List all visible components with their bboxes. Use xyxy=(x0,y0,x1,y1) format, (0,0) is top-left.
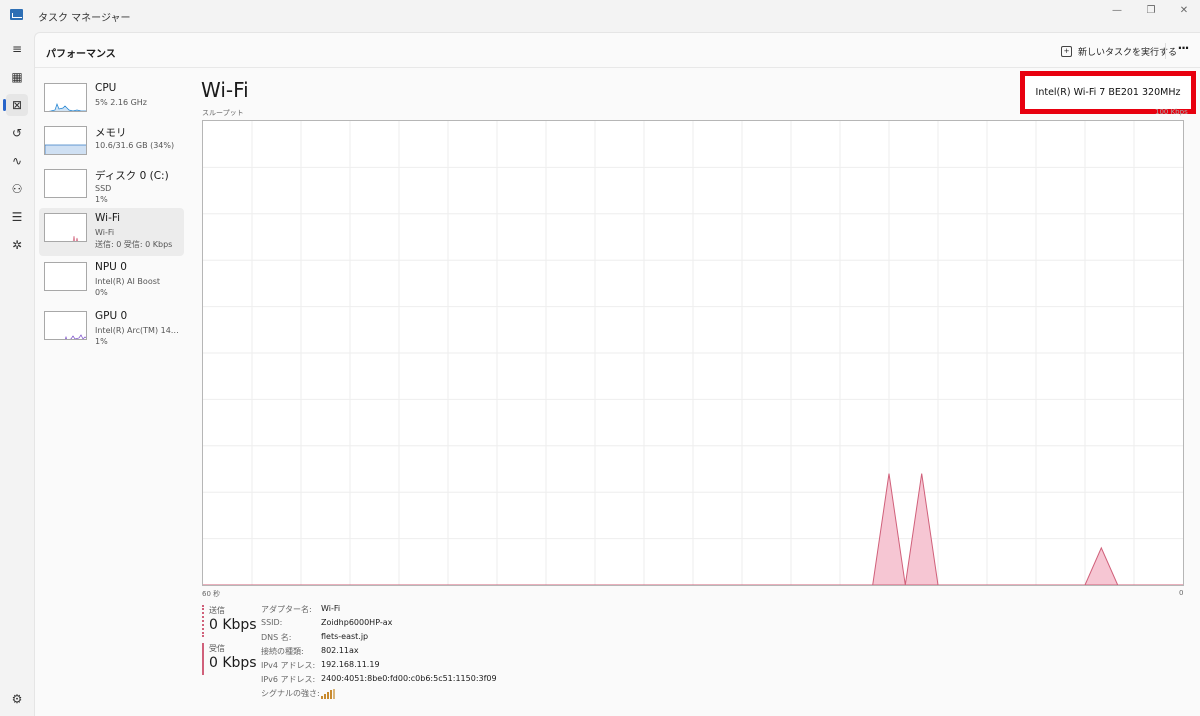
task-manager-icon xyxy=(10,9,23,20)
device-detail: Wi-Fi xyxy=(95,228,115,237)
minimize-button[interactable]: — xyxy=(1106,4,1128,18)
property-key: IPv6 アドレス: xyxy=(261,675,316,684)
cpu-thumbnail-graph xyxy=(44,83,87,112)
property-value: 802.11ax xyxy=(321,646,359,655)
device-throughput: 送信: 0 受信: 0 Kbps xyxy=(95,240,173,249)
window-title: タスク マネージャー xyxy=(38,13,131,24)
receive-stat: 受信 0 Kbps xyxy=(202,643,262,675)
npu-thumbnail-graph xyxy=(44,262,87,291)
navigation-rail: ≡ ▦ ⊠ ↺ ∿ ⚇ ☰ ✲ ⚙ xyxy=(0,32,34,716)
graph-max-label: 100 Kbps xyxy=(1155,108,1188,116)
page-header: パフォーマンス + 新しいタスクを実行する ··· xyxy=(35,33,1200,68)
property-value: 2400:4051:8be0:fd00:c0b6:5c51:1150:3f09 xyxy=(321,674,497,683)
more-options-button[interactable]: ··· xyxy=(1173,41,1193,59)
device-gpu[interactable]: GPU 0 Intel(R) Arc(TM) 140V ... 1% xyxy=(39,306,184,354)
device-type: SSD xyxy=(95,184,112,193)
property-key: SSID: xyxy=(261,618,283,627)
title-bar: タスク マネージャー — ❐ ✕ xyxy=(0,0,1200,32)
device-name: ディスク 0 (C:) xyxy=(95,170,169,182)
device-name: GPU 0 xyxy=(95,310,128,322)
property-value: Zoidhp6000HP-ax xyxy=(321,618,393,627)
property-key: IPv4 アドレス: xyxy=(261,661,316,670)
graph-time-label: 60 秒 xyxy=(202,590,221,598)
device-cpu[interactable]: CPU 5% 2.16 GHz xyxy=(39,78,184,126)
device-wifi[interactable]: Wi-Fi Wi-Fi 送信: 0 受信: 0 Kbps xyxy=(39,208,184,256)
device-usage: 1% xyxy=(95,337,108,346)
new-task-icon: + xyxy=(1061,45,1072,57)
run-new-task-label: 新しいタスクを実行する xyxy=(1078,47,1178,58)
property-value: Wi-Fi xyxy=(321,604,341,613)
processes-icon[interactable]: ▦ xyxy=(6,66,28,88)
device-disk[interactable]: ディスク 0 (C:) SSD 1% xyxy=(39,164,184,212)
property-value: 192.168.11.19 xyxy=(321,660,380,669)
details-icon[interactable]: ☰ xyxy=(6,206,28,228)
device-name: CPU xyxy=(95,82,117,94)
device-name: メモリ xyxy=(95,127,127,139)
device-usage: 1% xyxy=(95,195,108,204)
device-detail: Intel(R) AI Boost xyxy=(95,277,161,286)
send-stat: 送信 0 Kbps xyxy=(202,605,262,637)
signal-strength-icon xyxy=(321,689,335,699)
memory-thumbnail-graph xyxy=(44,126,87,155)
graph-zero-label: 0 xyxy=(1179,589,1184,597)
device-memory[interactable]: メモリ 10.6/31.6 GB (34%) xyxy=(39,121,184,169)
throughput-graph xyxy=(202,120,1184,586)
menu-icon[interactable]: ≡ xyxy=(6,38,28,60)
device-name: NPU 0 xyxy=(95,261,127,273)
app-history-icon[interactable]: ↺ xyxy=(6,122,28,144)
property-key: DNS 名: xyxy=(261,633,292,642)
device-usage: 0% xyxy=(95,288,108,297)
main-panel: パフォーマンス + 新しいタスクを実行する ··· CPU 5% 2.16 GH… xyxy=(34,32,1200,716)
property-value: flets-east.jp xyxy=(321,632,369,641)
property-key: アダプター名: xyxy=(261,605,312,614)
receive-label: 受信 xyxy=(209,644,225,653)
send-value: 0 Kbps xyxy=(209,617,257,633)
receive-value: 0 Kbps xyxy=(209,655,257,671)
performance-icon[interactable]: ⊠ xyxy=(3,94,28,116)
run-new-task-button[interactable]: + 新しいタスクを実行する xyxy=(1061,42,1177,60)
detail-title: Wi-Fi xyxy=(201,78,249,102)
wifi-thumbnail-graph xyxy=(44,213,87,242)
close-button[interactable]: ✕ xyxy=(1173,4,1195,18)
device-detail: Intel(R) Arc(TM) 140V ... xyxy=(95,326,183,335)
page-title: パフォーマンス xyxy=(46,49,116,60)
users-icon[interactable]: ⚇ xyxy=(6,178,28,200)
device-npu[interactable]: NPU 0 Intel(R) AI Boost 0% xyxy=(39,257,184,305)
property-key: 接続の種類: xyxy=(261,647,304,656)
gpu-thumbnail-graph xyxy=(44,311,87,340)
send-label: 送信 xyxy=(209,606,225,615)
device-detail: 5% 2.16 GHz xyxy=(95,98,148,107)
maximize-button[interactable]: ❐ xyxy=(1140,4,1162,18)
device-detail: 10.6/31.6 GB (34%) xyxy=(95,141,175,150)
device-name: Wi-Fi xyxy=(95,212,121,224)
startup-apps-icon[interactable]: ∿ xyxy=(6,150,28,172)
settings-icon[interactable]: ⚙ xyxy=(6,688,28,710)
divider xyxy=(1165,43,1166,59)
property-key: シグナルの強さ: xyxy=(261,689,320,698)
graph-label: スループット xyxy=(202,109,244,117)
disk-thumbnail-graph xyxy=(44,169,87,198)
services-icon[interactable]: ✲ xyxy=(6,234,28,256)
